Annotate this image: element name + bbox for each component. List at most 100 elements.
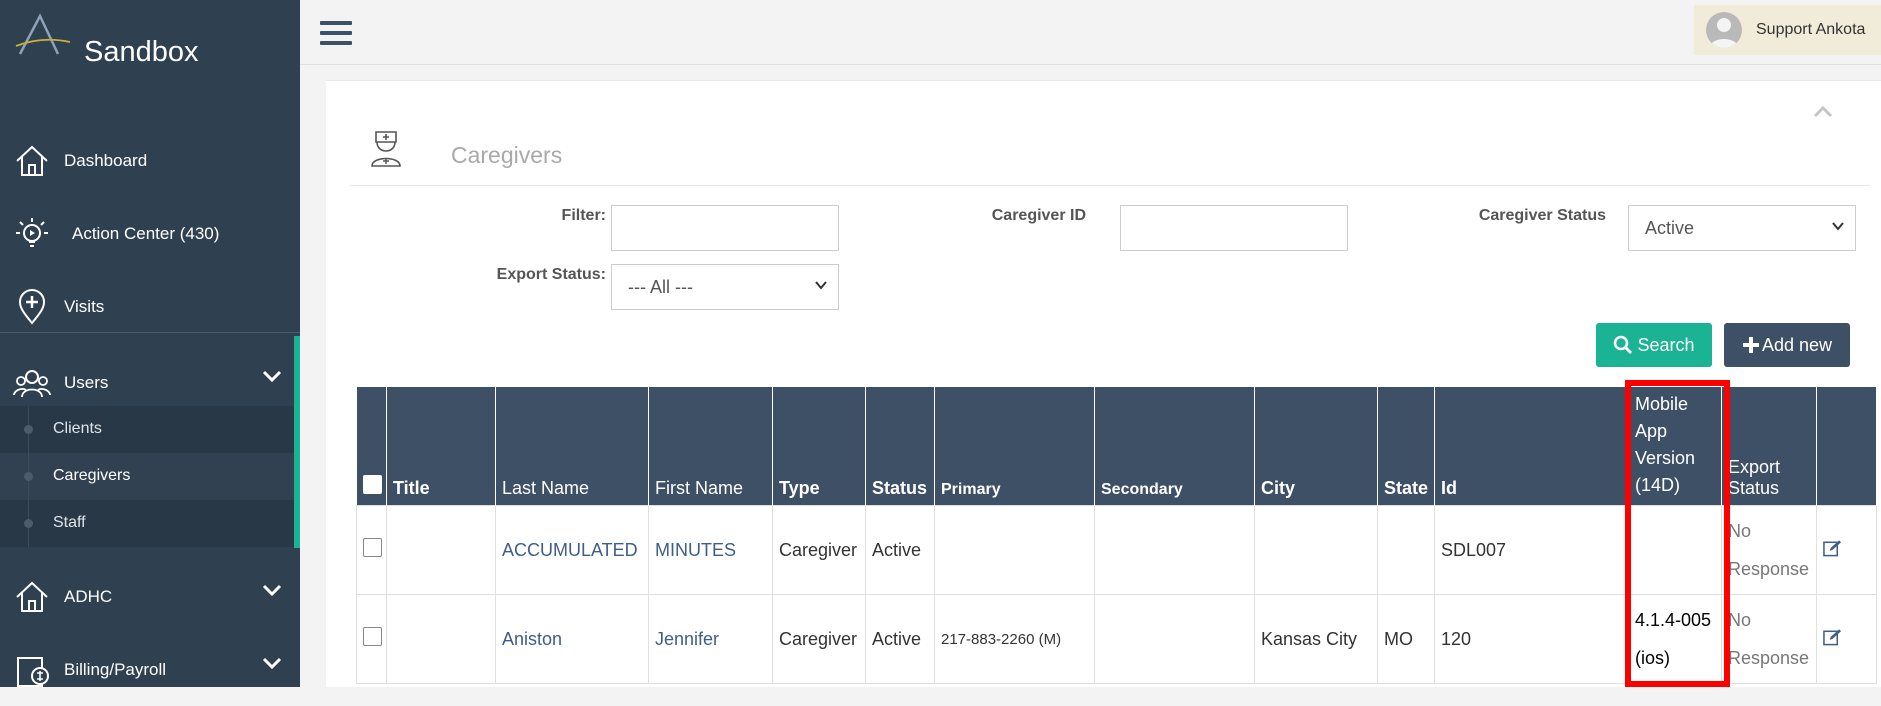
id-cell: SDL007	[1434, 505, 1629, 595]
column-header-city[interactable]: City	[1254, 387, 1378, 506]
city-cell	[1254, 505, 1378, 595]
sidebar-item-adhc[interactable]: ADHC	[0, 561, 300, 633]
search-button-label: Search	[1637, 334, 1695, 355]
bullet-icon	[24, 519, 33, 528]
row-select-cell	[356, 505, 387, 595]
sidebar-item-dashboard[interactable]: Dashboard	[0, 125, 300, 197]
location-plus-icon	[18, 289, 46, 325]
edit-icon[interactable]	[1823, 539, 1842, 557]
sidebar-item-label: Users	[64, 373, 109, 392]
actions-cell	[1816, 594, 1877, 684]
sidebar-subitem-label: Caregivers	[53, 467, 131, 484]
state-cell: MO	[1377, 594, 1435, 684]
app-version-cell	[1628, 505, 1722, 595]
column-header-primary[interactable]: Primary	[934, 387, 1095, 506]
caregiver-id-input[interactable]	[1120, 205, 1348, 251]
secondary-phone-cell	[1094, 505, 1255, 595]
add-new-button[interactable]: Add new	[1724, 323, 1850, 367]
caregiver-status-value: Active	[1645, 217, 1695, 238]
column-header-secondary[interactable]: Secondary	[1094, 387, 1255, 506]
billing-icon	[17, 657, 49, 687]
search-button[interactable]: Search	[1596, 323, 1712, 367]
row-checkbox[interactable]	[363, 627, 382, 646]
avatar	[1706, 12, 1742, 48]
title-cell	[386, 594, 496, 684]
top-bar: Support Ankota	[300, 0, 1881, 65]
export-status-select[interactable]: --- All ---	[611, 264, 839, 310]
export-status-value: --- All ---	[628, 276, 693, 297]
filter-label: Filter:	[561, 207, 606, 224]
row-checkbox[interactable]	[363, 538, 382, 557]
caregiver-status-label: Caregiver Status	[1478, 207, 1606, 224]
table-row: Aniston Jennifer Caregiver Active 217-88…	[356, 594, 1877, 684]
active-section-indicator	[294, 336, 300, 548]
select-all-checkbox[interactable]	[362, 475, 382, 494]
last-name-cell: ACCUMULATED	[495, 505, 649, 595]
sidebar-divider	[0, 332, 300, 333]
first-name-link[interactable]: MINUTES	[655, 540, 736, 560]
edit-icon[interactable]	[1823, 628, 1842, 646]
last-name-link[interactable]: Aniston	[502, 629, 562, 649]
chevron-down-icon	[262, 584, 282, 597]
caregivers-panel: Caregivers Filter: Caregiver ID Caregive…	[326, 80, 1881, 687]
column-header-status[interactable]: Status	[865, 387, 935, 506]
primary-phone-cell	[934, 505, 1095, 595]
home-icon	[16, 145, 48, 176]
status-cell: Active	[865, 594, 935, 684]
sidebar-item-label: ADHC	[64, 587, 113, 606]
sidebar-item-label: Billing/Payroll	[64, 660, 167, 679]
bullet-icon	[24, 425, 33, 434]
home-icon	[16, 581, 48, 612]
first-name-link[interactable]: Jennifer	[655, 629, 719, 649]
sidebar-item-label: Action Center (430)	[72, 224, 220, 243]
export-status-cell: No Response	[1721, 594, 1817, 684]
add-new-button-label: Add new	[1761, 334, 1833, 355]
user-name: Support Ankota	[1756, 21, 1866, 38]
users-icon	[13, 370, 51, 398]
chevron-down-icon	[262, 657, 282, 670]
column-header-mobile-app-version[interactable]: Mobile App Version (14D)	[1628, 387, 1722, 506]
bullet-icon	[24, 472, 33, 481]
column-header-title[interactable]: Title	[386, 387, 496, 506]
brand: Sandbox	[0, 0, 300, 100]
caregiver-id-label: Caregiver ID	[991, 207, 1086, 224]
column-header-export-status[interactable]: Export Status	[1721, 387, 1817, 506]
caregiver-status-select[interactable]: Active	[1628, 205, 1856, 251]
column-header-state[interactable]: State	[1377, 387, 1435, 506]
chevron-up-icon[interactable]	[1813, 105, 1833, 119]
sidebar-item-billing-payroll[interactable]: Billing/Payroll	[0, 634, 300, 706]
column-header-type[interactable]: Type	[772, 387, 866, 506]
status-cell: Active	[865, 505, 935, 595]
filter-input[interactable]	[611, 205, 839, 251]
table-row: ACCUMULATED MINUTES Caregiver Active SDL…	[356, 505, 1877, 595]
lightbulb-icon	[16, 218, 48, 247]
sidebar-item-action-center[interactable]: Action Center (430)	[0, 198, 300, 270]
last-name-cell: Aniston	[495, 594, 649, 684]
column-header-last-name[interactable]: Last Name	[495, 387, 649, 506]
sidebar-subitem-label: Clients	[53, 420, 102, 437]
search-icon	[1614, 335, 1633, 355]
sidebar-subitem-caregivers[interactable]: Caregivers	[0, 453, 294, 500]
id-cell: 120	[1434, 594, 1629, 684]
sidebar-subitem-label: Staff	[53, 514, 86, 531]
state-cell	[1377, 505, 1435, 595]
sidebar-item-label: Dashboard	[64, 151, 148, 170]
sidebar-subitem-staff[interactable]: Staff	[0, 500, 294, 547]
column-header-first-name[interactable]: First Name	[648, 387, 773, 506]
secondary-phone-cell	[1094, 594, 1255, 684]
chevron-down-icon	[1832, 222, 1844, 231]
export-status-label: Export Status:	[496, 266, 606, 283]
panel-header: Caregivers	[350, 128, 1870, 186]
brand-name: Sandbox	[84, 36, 199, 68]
sidebar-item-label: Visits	[64, 297, 105, 316]
column-header-actions	[1816, 387, 1877, 506]
type-cell: Caregiver	[772, 505, 866, 595]
chevron-down-icon	[262, 370, 282, 383]
primary-phone-cell: 217-883-2260 (M)	[934, 594, 1095, 684]
caregivers-table: Title Last Name First Name Type Status P…	[356, 387, 1877, 684]
column-header-id[interactable]: Id	[1434, 387, 1629, 506]
sidebar-subitem-clients[interactable]: Clients	[0, 406, 294, 453]
user-menu[interactable]: Support Ankota	[1694, 5, 1881, 55]
last-name-link[interactable]: ACCUMULATED	[502, 540, 638, 560]
menu-toggle-icon[interactable]	[320, 21, 352, 47]
